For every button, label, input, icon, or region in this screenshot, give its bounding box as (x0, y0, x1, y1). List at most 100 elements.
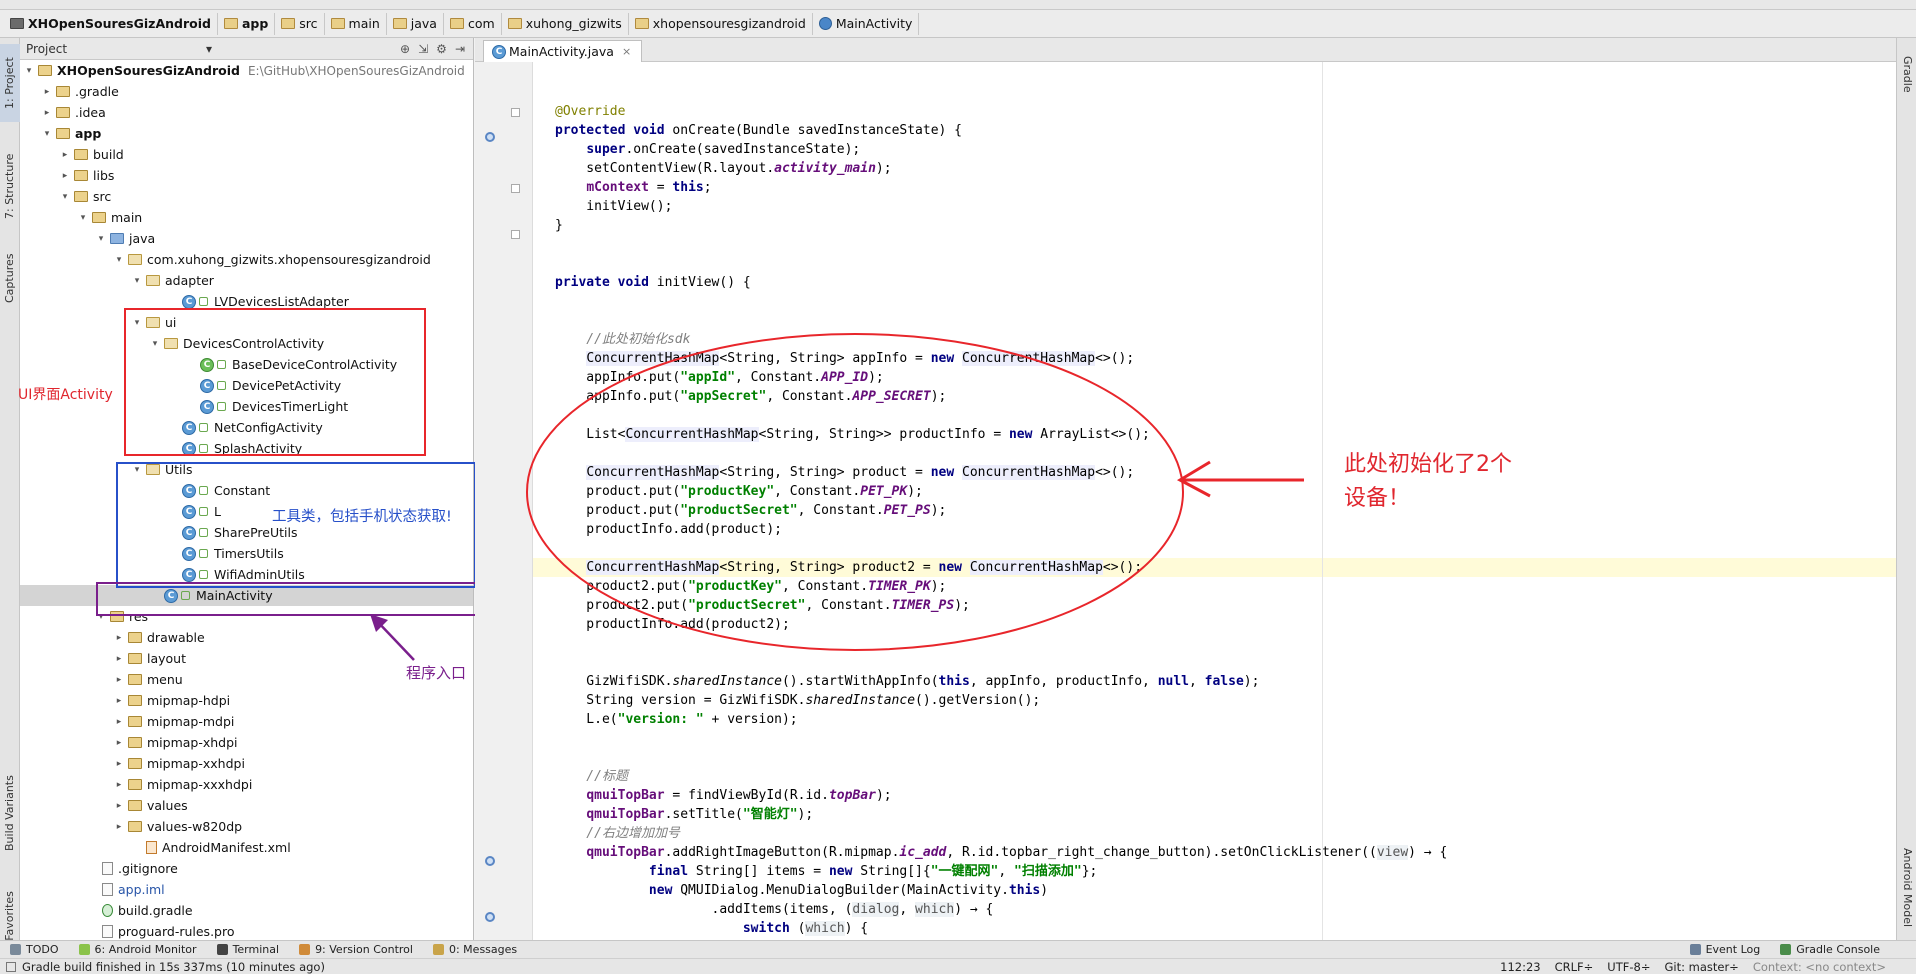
code-line[interactable]: final String[] items = new String[]{"一键配… (533, 862, 1896, 881)
tree-class-timersutils[interactable]: C TimersUtils (20, 543, 473, 564)
chevron-down-icon[interactable]: ▾ (150, 339, 160, 349)
code-line[interactable] (533, 235, 1896, 254)
tree-root-project[interactable]: ▾ XHOpenSouresGizAndroid E:\GitHub\XHOpenS… (20, 60, 473, 81)
lambda-marker-icon[interactable] (485, 912, 495, 922)
chevron-right-icon[interactable]: ▸ (114, 654, 124, 664)
code-line[interactable]: super.onCreate(savedInstanceState); (533, 140, 1896, 159)
code-line[interactable]: switch (which) { (533, 919, 1896, 938)
tab-terminal[interactable]: Terminal (207, 943, 290, 956)
code-line[interactable]: qmuiTopBar = findViewById(R.id.topBar); (533, 786, 1896, 805)
tree-file-proguard[interactable]: proguard-rules.pro (20, 921, 473, 940)
tab-android-model[interactable]: Android Model (1897, 838, 1916, 938)
tab-version-control[interactable]: 9: Version Control (289, 943, 423, 956)
status-message[interactable]: Gradle build finished in 15s 337ms (10 m… (22, 960, 325, 974)
tree-folder-java[interactable]: ▾ java (20, 228, 473, 249)
tab-android-monitor[interactable]: 6: Android Monitor (69, 943, 207, 956)
tree-class-wifiadminutils[interactable]: C WifiAdminUtils (20, 564, 473, 585)
tree-folder-libs[interactable]: ▸ libs (20, 165, 473, 186)
code-line[interactable]: initView(); (533, 197, 1896, 216)
code-line[interactable] (533, 83, 1896, 102)
hide-icon[interactable]: ⇥ (455, 42, 465, 56)
tree-package-adapter[interactable]: ▾ adapter (20, 270, 473, 291)
tab-event-log[interactable]: Event Log (1680, 943, 1771, 956)
code-line[interactable]: String version = GizWifiSDK.sharedInstan… (533, 691, 1896, 710)
tree-folder-gradle[interactable]: ▸ .gradle (20, 81, 473, 102)
tree-folder-mipmap-xxxhdpi[interactable]: ▸ mipmap-xxxhdpi (20, 774, 473, 795)
tree-class-constant[interactable]: C Constant (20, 480, 473, 501)
chevron-down-icon[interactable]: ▾ (96, 612, 106, 622)
chevron-down-icon[interactable]: ▾ (60, 192, 70, 202)
chevron-right-icon[interactable]: ▸ (114, 780, 124, 790)
chevron-right-icon[interactable]: ▸ (114, 675, 124, 685)
code-line[interactable]: @Override (533, 102, 1896, 121)
tree-folder-mipmap-hdpi[interactable]: ▸ mipmap-hdpi (20, 690, 473, 711)
tree-folder-main[interactable]: ▾ main (20, 207, 473, 228)
tab-todo[interactable]: TODO (0, 943, 69, 956)
chevron-right-icon[interactable]: ▸ (114, 822, 124, 832)
code-line[interactable] (533, 64, 1896, 83)
chevron-right-icon[interactable]: ▸ (114, 696, 124, 706)
caret-position[interactable]: 112:23 (1500, 960, 1540, 974)
code-line[interactable]: } (533, 216, 1896, 235)
tree-file-androidmanifest[interactable]: AndroidManifest.xml (20, 837, 473, 858)
tree-file-gitignore[interactable]: .gitignore (20, 858, 473, 879)
code-line[interactable] (533, 292, 1896, 311)
code-line[interactable]: L.e("version: " + version); (533, 710, 1896, 729)
breadcrumb-src[interactable]: src (275, 12, 325, 35)
code-line[interactable]: setContentView(R.layout.activity_main); (533, 159, 1896, 178)
gear-icon[interactable]: ⚙ (436, 42, 447, 56)
line-separator[interactable]: CRLF÷ (1555, 960, 1594, 974)
breadcrumb-xuhong-gizwits[interactable]: xuhong_gizwits (502, 12, 629, 35)
breadcrumb-com[interactable]: com (444, 12, 502, 35)
chevron-down-icon[interactable]: ▾ (132, 465, 142, 475)
chevron-right-icon[interactable]: ▸ (42, 87, 52, 97)
chevron-down-icon[interactable]: ▾ (96, 234, 106, 244)
tree-class-lvdeviceslistadapter[interactable]: C LVDevicesListAdapter (20, 291, 473, 312)
breadcrumb-project[interactable]: XHOpenSouresGizAndroid (4, 12, 218, 35)
tree-folder-idea[interactable]: ▸ .idea (20, 102, 473, 123)
code-line[interactable]: protected void onCreate(Bundle savedInst… (533, 121, 1896, 140)
tree-class-splashactivity[interactable]: C SplashActivity (20, 438, 473, 459)
tab-project[interactable]: 1: Project (0, 44, 20, 122)
chevron-right-icon[interactable]: ▸ (60, 150, 70, 160)
breadcrumb-package[interactable]: xhopensouresgizandroid (629, 12, 813, 35)
fold-icon[interactable] (511, 108, 520, 117)
chevron-down-icon[interactable]: ▾ (132, 276, 142, 286)
tab-build-variants[interactable]: Build Variants (0, 758, 20, 868)
tree-folder-values[interactable]: ▸ values (20, 795, 473, 816)
close-icon[interactable]: × (622, 45, 631, 58)
code-line[interactable]: GizWifiSDK.sharedInstance().startWithApp… (533, 672, 1896, 691)
code-line[interactable]: //标题 (533, 767, 1896, 786)
override-marker-icon[interactable] (485, 132, 495, 142)
tree-package-devicescontrolactivity[interactable]: ▾ DevicesControlActivity (20, 333, 473, 354)
chevron-down-icon[interactable]: ▾ (42, 129, 52, 139)
tree-class-basedevicecontrolactivity[interactable]: C BaseDeviceControlActivity (20, 354, 473, 375)
breadcrumb-java[interactable]: java (387, 12, 444, 35)
chevron-right-icon[interactable]: ▸ (60, 171, 70, 181)
fold-icon[interactable] (511, 184, 520, 193)
chevron-right-icon[interactable]: ▸ (114, 759, 124, 769)
tree-file-app-iml[interactable]: app.iml (20, 879, 473, 900)
tree-folder-src[interactable]: ▾ src (20, 186, 473, 207)
tree-class-netconfigactivity[interactable]: C NetConfigActivity (20, 417, 473, 438)
tab-gradle[interactable]: Gradle (1897, 44, 1916, 104)
breadcrumb-app[interactable]: app (218, 12, 276, 35)
tab-messages[interactable]: 0: Messages (423, 943, 527, 956)
collapse-icon[interactable]: ⇲ (418, 42, 428, 56)
tree-class-mainactivity[interactable]: C MainActivity (20, 585, 473, 606)
code-line[interactable]: private void initView() { (533, 273, 1896, 292)
tree-folder-mipmap-xxhdpi[interactable]: ▸ mipmap-xxhdpi (20, 753, 473, 774)
breadcrumb-mainactivity[interactable]: MainActivity (813, 12, 920, 35)
chevron-right-icon[interactable]: ▸ (114, 801, 124, 811)
sync-icon[interactable]: ⊕ (400, 42, 410, 56)
tab-structure[interactable]: 7: Structure (0, 142, 20, 230)
code-line[interactable] (533, 254, 1896, 273)
code-line[interactable]: qmuiTopBar.addRightImageButton(R.mipmap.… (533, 843, 1896, 862)
tree-folder-mipmap-xhdpi[interactable]: ▸ mipmap-xhdpi (20, 732, 473, 753)
code-line[interactable]: new QMUIDialog.MenuDialogBuilder(MainAct… (533, 881, 1896, 900)
tab-gradle-console[interactable]: Gradle Console (1770, 943, 1890, 956)
code-line[interactable]: mContext = this; (533, 178, 1896, 197)
code-line[interactable]: .addItems(items, (dialog, which) → { (533, 900, 1896, 919)
tab-captures[interactable]: Captures (0, 238, 20, 318)
chevron-down-icon[interactable]: ▾ (132, 318, 142, 328)
